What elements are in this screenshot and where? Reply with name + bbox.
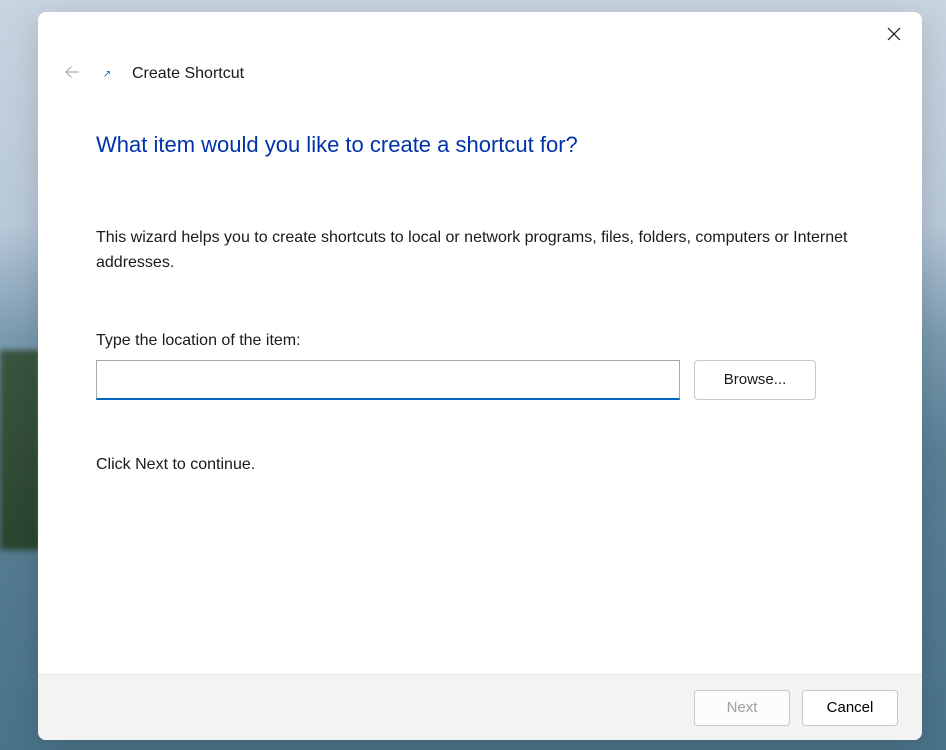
back-button [62, 64, 82, 84]
description-text: This wizard helps you to create shortcut… [96, 226, 864, 276]
input-row: Browse... [96, 360, 864, 400]
main-heading: What item would you like to create a sho… [96, 132, 864, 158]
dialog-footer: Next Cancel [38, 674, 922, 740]
dialog-content: What item would you like to create a sho… [38, 84, 922, 674]
location-input-label: Type the location of the item: [96, 332, 864, 350]
arrow-left-icon [63, 63, 81, 86]
close-icon [886, 26, 902, 47]
continue-text: Click Next to continue. [96, 456, 864, 474]
next-button: Next [694, 690, 790, 726]
close-button[interactable] [878, 22, 910, 50]
titlebar [38, 12, 922, 60]
header-row: ↗ Create Shortcut [38, 60, 922, 84]
browse-button[interactable]: Browse... [694, 360, 816, 400]
location-input[interactable] [96, 360, 680, 400]
shortcut-icon: ↗ [100, 67, 114, 81]
create-shortcut-dialog: ↗ Create Shortcut What item would you li… [38, 12, 922, 740]
dialog-title: Create Shortcut [132, 65, 244, 83]
cancel-button[interactable]: Cancel [802, 690, 898, 726]
